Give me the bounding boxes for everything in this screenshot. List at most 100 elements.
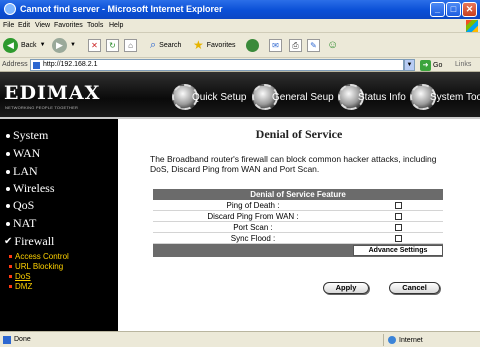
messenger-button[interactable]: ☺ (327, 37, 338, 53)
apply-button[interactable]: Apply (323, 282, 369, 294)
bullet-icon (9, 275, 12, 278)
sidebar-item-nat[interactable]: NAT (6, 216, 36, 231)
feature-row: Sync Flood : (153, 233, 443, 244)
nav-system-tools[interactable]: System Tools (410, 82, 480, 112)
bullet-icon (9, 255, 12, 258)
submenu-dos[interactable]: DoS (9, 272, 31, 281)
home-icon: ⌂ (124, 38, 137, 52)
sidebar-item-firewall[interactable]: ✔ Firewall (4, 234, 54, 249)
mail-button[interactable]: ✉ (269, 37, 282, 53)
feature-row: Ping of Death : (153, 200, 443, 211)
sidebar-item-wan[interactable]: WAN (6, 146, 40, 161)
address-url: http://192.168.2.1 (43, 61, 98, 68)
advance-settings-button[interactable]: Advance Settings (353, 245, 443, 256)
address-input[interactable]: http://192.168.2.1 (30, 59, 404, 71)
ie-icon (4, 3, 16, 15)
minimize-button[interactable]: _ (430, 2, 445, 17)
menu-file[interactable]: File (3, 22, 14, 29)
page-icon (3, 336, 11, 344)
sidebar-item-qos[interactable]: QoS (6, 198, 34, 213)
forward-button[interactable]: ▶ ▼ (52, 37, 76, 53)
address-dropdown[interactable]: ▼ (404, 59, 415, 71)
status-bar: Done Internet (0, 331, 480, 347)
favorites-button[interactable]: ★ Favorites (193, 37, 236, 53)
discard-ping-checkbox[interactable] (394, 212, 402, 220)
window-titlebar: Cannot find server - Microsoft Internet … (0, 0, 480, 19)
feature-row: Discard Ping From WAN : (153, 211, 443, 222)
go-arrow-icon: ➜ (420, 59, 431, 71)
menu-view[interactable]: View (35, 22, 50, 29)
search-button[interactable]: ⌕ Search (150, 37, 181, 53)
bullet-icon (9, 285, 12, 288)
back-arrow-icon: ◀ (3, 37, 18, 53)
globe-icon (388, 336, 396, 344)
feature-label: Port Scan : (233, 222, 273, 232)
address-label: Address (2, 61, 28, 68)
menu-favorites[interactable]: Favorites (54, 22, 83, 29)
sidebar: System WAN LAN Wireless QoS NAT ✔ Firewa… (0, 119, 118, 331)
router-header: EDIMAX NETWORKING PEOPLE TOGETHER Quick … (0, 72, 480, 117)
bullet-icon (6, 221, 10, 226)
edit-button[interactable]: ✎ (307, 37, 320, 53)
browser-toolbar: ◀ Back ▼ ▶ ▼ ✕ ↻ ⌂ ⌕ Search ★ Favorites … (0, 33, 480, 58)
feature-label: Ping of Death : (226, 200, 280, 210)
bullet-icon (6, 186, 10, 191)
history-icon (246, 38, 259, 52)
chevron-down-icon: ▼ (70, 42, 76, 48)
messenger-icon: ☺ (327, 39, 339, 51)
sidebar-item-system[interactable]: System (6, 128, 48, 143)
links-button[interactable]: Links (455, 61, 471, 68)
bullet-icon (9, 265, 12, 268)
edimax-logo: EDIMAX (4, 82, 101, 104)
port-scan-checkbox[interactable] (394, 223, 402, 231)
bullet-icon (6, 169, 10, 174)
bullet-icon (6, 203, 10, 208)
menu-edit[interactable]: Edit (18, 22, 30, 29)
logo-tagline: NETWORKING PEOPLE TOGETHER (5, 105, 79, 110)
page-icon (33, 62, 40, 69)
nav-quick-setup[interactable]: Quick Setup (172, 82, 246, 112)
page-title: Denial of Service (255, 127, 343, 141)
page-description: The Broadband router's firewall can bloc… (150, 154, 437, 174)
sync-flood-checkbox[interactable] (394, 234, 402, 242)
feature-row: Port Scan : (153, 222, 443, 233)
close-button[interactable]: ✕ (462, 2, 477, 17)
nav-general-setup[interactable]: General Seup (252, 82, 334, 112)
maximize-button[interactable]: □ (446, 2, 461, 17)
panel-header: Denial of Service Feature (153, 189, 443, 200)
ping-of-death-checkbox[interactable] (394, 201, 402, 209)
nav-status-info[interactable]: Status Info (338, 82, 406, 112)
submenu-url-blocking[interactable]: URL Blocking (9, 262, 63, 271)
print-icon: ⎙ (289, 38, 302, 52)
dos-feature-panel: Denial of Service Feature Ping of Death … (153, 189, 443, 257)
sidebar-item-lan[interactable]: LAN (6, 164, 38, 179)
feature-label: Sync Flood : (230, 233, 276, 243)
refresh-icon: ↻ (106, 38, 119, 52)
search-icon: ⌕ (150, 38, 157, 51)
edit-icon: ✎ (307, 38, 320, 52)
menu-tools[interactable]: Tools (87, 22, 103, 29)
cancel-button[interactable]: Cancel (389, 282, 440, 294)
home-button[interactable]: ⌂ (124, 37, 137, 53)
star-icon: ★ (193, 38, 204, 52)
forward-arrow-icon: ▶ (52, 37, 67, 53)
mail-icon: ✉ (269, 38, 282, 52)
history-button[interactable] (246, 37, 259, 53)
feature-label: Discard Ping From WAN : (207, 211, 299, 221)
bullet-icon (6, 133, 10, 138)
refresh-button[interactable]: ↻ (106, 37, 119, 53)
menu-help[interactable]: Help (109, 22, 123, 29)
print-button[interactable]: ⎙ (289, 37, 302, 53)
submenu-dmz[interactable]: DMZ (9, 282, 32, 291)
go-button[interactable]: ➜ Go (420, 59, 442, 71)
address-bar: Address http://192.168.2.1 ▼ ➜ Go Links (0, 58, 480, 72)
stop-button[interactable]: ✕ (88, 37, 101, 53)
bullet-icon (6, 151, 10, 156)
window-title: Cannot find server - Microsoft Internet … (20, 4, 223, 14)
stop-icon: ✕ (88, 38, 101, 52)
back-button[interactable]: ◀ Back ▼ (3, 37, 46, 53)
panel-footer: Advance Settings (153, 244, 443, 257)
sidebar-item-wireless[interactable]: Wireless (6, 181, 55, 196)
main-content: Denial of Service The Broadband router's… (118, 119, 480, 331)
submenu-access-control[interactable]: Access Control (9, 252, 69, 261)
